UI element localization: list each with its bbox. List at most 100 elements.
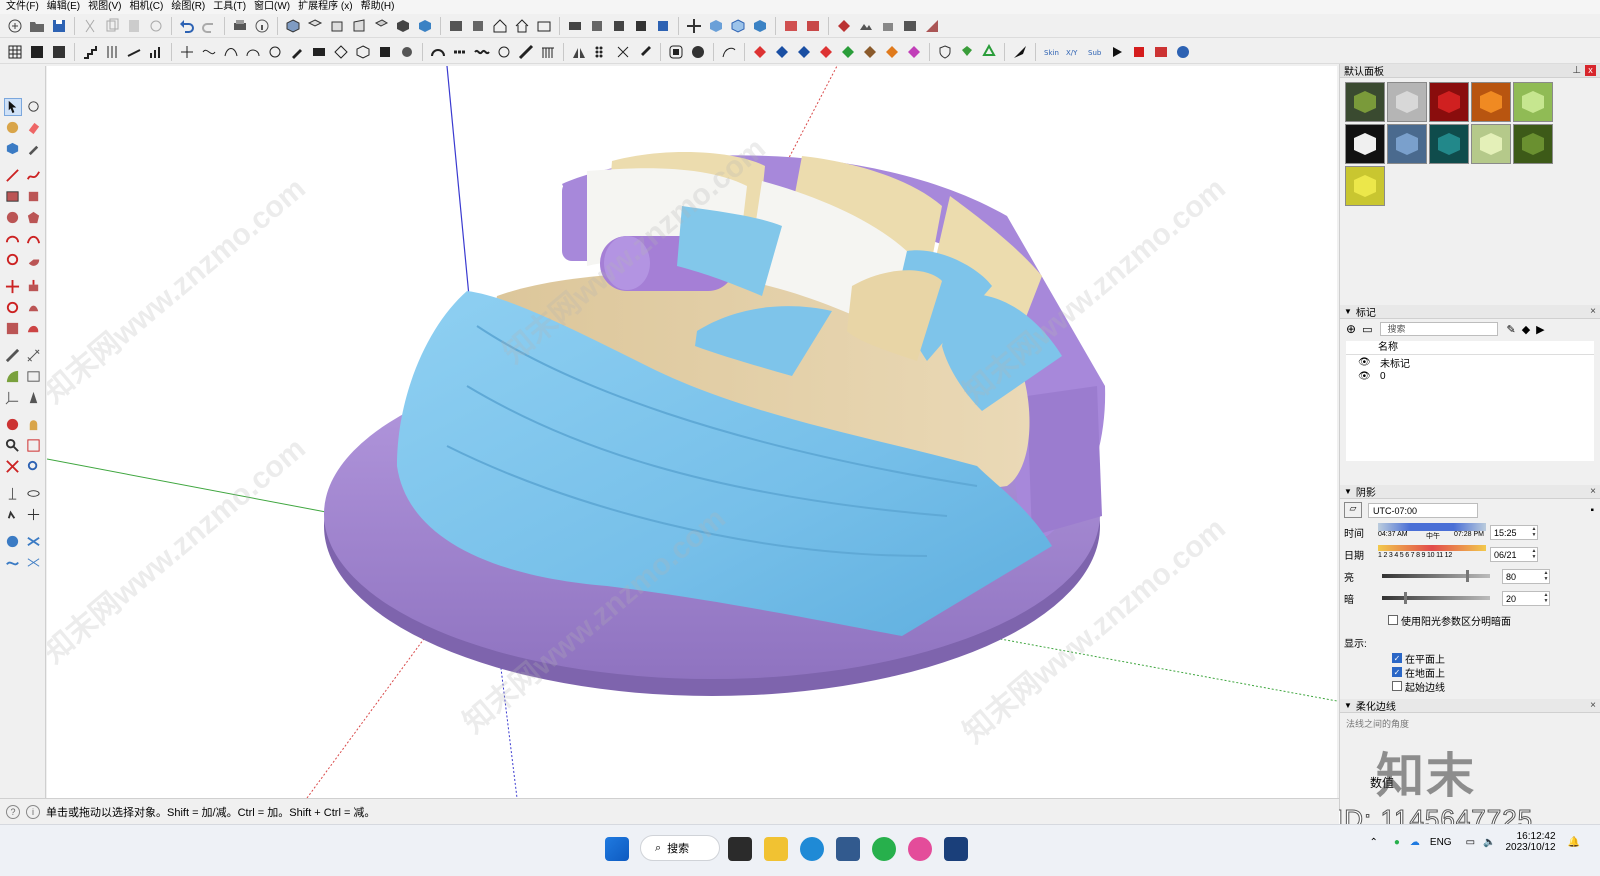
sandbox-scratch-icon[interactable] xyxy=(25,533,43,551)
fredo-tool-7-icon[interactable] xyxy=(883,43,901,61)
color-tag-icon[interactable]: ◆ xyxy=(1522,323,1530,336)
material-swatch[interactable] xyxy=(1429,124,1469,164)
paste-icon[interactable] xyxy=(125,17,143,35)
scissors-icon[interactable] xyxy=(614,43,632,61)
light-input[interactable]: 80 xyxy=(1502,568,1550,584)
rotate-icon[interactable] xyxy=(495,43,513,61)
rotate-tool-icon[interactable] xyxy=(4,299,22,317)
column-icon[interactable] xyxy=(103,43,121,61)
from-edges-checkbox[interactable] xyxy=(1392,681,1402,691)
brush-icon[interactable] xyxy=(636,43,654,61)
recycle-icon[interactable] xyxy=(980,43,998,61)
material-swatch[interactable] xyxy=(1471,82,1511,122)
network-icon[interactable]: ▭ xyxy=(1466,837,1475,848)
warehouse-icon[interactable] xyxy=(447,17,465,35)
tags-panel-header[interactable]: ▼ 标记 × xyxy=(1340,305,1600,319)
stairs-icon[interactable] xyxy=(81,43,99,61)
details-toggle-icon[interactable]: ▪ xyxy=(1590,505,1594,516)
model-viewport[interactable]: 知末网www.znzmo.com 知末网www.znzmo.com 知末网www… xyxy=(47,66,1337,798)
protractor-icon[interactable] xyxy=(4,368,22,386)
material-swatch[interactable] xyxy=(1387,82,1427,122)
home-outline-icon[interactable] xyxy=(513,17,531,35)
polygon-tool-icon[interactable] xyxy=(25,209,43,227)
add-folder-icon[interactable]: ▭ xyxy=(1362,323,1372,336)
eye-icon[interactable]: 👁 xyxy=(1358,371,1372,382)
bars-icon[interactable] xyxy=(147,43,165,61)
previous-view-icon[interactable] xyxy=(25,458,43,476)
wechat-tray-icon[interactable]: ● xyxy=(1394,837,1400,848)
rectangle-tool-icon[interactable] xyxy=(4,188,22,206)
shadow-toggle-icon[interactable]: ▱ xyxy=(1344,502,1362,518)
fredo-tool-3-icon[interactable] xyxy=(795,43,813,61)
erase-selection-icon[interactable] xyxy=(147,17,165,35)
volume-icon[interactable]: 🔈 xyxy=(1483,837,1495,848)
menu-camera[interactable]: 相机(C) xyxy=(127,0,169,14)
film-icon[interactable] xyxy=(1152,43,1170,61)
play-icon[interactable] xyxy=(1108,43,1126,61)
pencil-icon[interactable] xyxy=(25,140,43,158)
menu-edit[interactable]: 编辑(E) xyxy=(45,0,86,14)
photo-texture-icon[interactable] xyxy=(782,17,800,35)
details-icon[interactable]: ▶ xyxy=(1536,323,1544,336)
soften-panel-header[interactable]: ▼ 柔化边线 × xyxy=(1340,699,1600,713)
xray-icon[interactable] xyxy=(707,17,725,35)
paint-bucket-icon[interactable] xyxy=(958,43,976,61)
pen-icon[interactable] xyxy=(288,43,306,61)
tag-row[interactable]: 👁 0 xyxy=(1346,369,1594,383)
section-plane-icon[interactable] xyxy=(588,17,606,35)
windows-start-icon[interactable] xyxy=(605,837,629,861)
taskbar-search[interactable]: ⌕ 搜索 xyxy=(640,835,720,861)
material-swatch[interactable] xyxy=(1471,124,1511,164)
section-plane-tool-icon[interactable] xyxy=(25,506,43,524)
photos-icon[interactable] xyxy=(908,837,932,861)
new-file-icon[interactable] xyxy=(6,17,24,35)
geo-location-icon[interactable]: ? xyxy=(6,804,20,819)
sun-shading-checkbox[interactable] xyxy=(1388,615,1398,625)
wave-icon[interactable] xyxy=(473,43,491,61)
plan-icon[interactable] xyxy=(28,43,46,61)
sandbox-contours-icon[interactable] xyxy=(4,533,22,551)
rotated-rect-icon[interactable] xyxy=(25,188,43,206)
fredo-tool-4-icon[interactable] xyxy=(817,43,835,61)
on-faces-checkbox[interactable]: ✓ xyxy=(1392,653,1402,663)
views-right-icon[interactable] xyxy=(350,17,368,35)
save-icon[interactable] xyxy=(50,17,68,35)
close-icon[interactable]: × xyxy=(1590,700,1596,711)
views-front-icon[interactable] xyxy=(328,17,346,35)
timezone-select[interactable]: UTC-07:00 xyxy=(1368,502,1478,518)
eraser-icon[interactable] xyxy=(25,119,43,137)
dash-icon[interactable]: ✎ xyxy=(1506,323,1515,336)
language-indicator[interactable]: ENG xyxy=(1430,837,1452,848)
on-ground-checkbox[interactable]: ✓ xyxy=(1392,667,1402,677)
light-slider[interactable] xyxy=(1382,570,1490,582)
undo-icon[interactable] xyxy=(178,17,196,35)
orbit-tool-icon[interactable] xyxy=(4,416,22,434)
wechat-icon[interactable] xyxy=(872,837,896,861)
eye-icon[interactable]: 👁 xyxy=(1358,357,1372,368)
menu-window[interactable]: 窗口(W) xyxy=(252,0,296,14)
print-icon[interactable] xyxy=(231,17,249,35)
follow-me-icon[interactable] xyxy=(25,299,43,317)
time-slider[interactable]: 04:37 AM 中午 07:28 PM xyxy=(1378,523,1486,541)
pin-icon[interactable]: ⊥ xyxy=(1572,65,1581,76)
knife-icon[interactable] xyxy=(1011,43,1029,61)
on-ground-row[interactable]: ✓ 在地面上 xyxy=(1340,665,1600,680)
notification-bell-icon[interactable]: 🔔 xyxy=(1568,837,1580,848)
add-tag-icon[interactable]: ⊕ xyxy=(1346,322,1356,336)
text-tool-icon[interactable] xyxy=(25,368,43,386)
views-top-icon[interactable] xyxy=(306,17,324,35)
redo-icon[interactable] xyxy=(200,17,218,35)
sub-icon[interactable]: Sub xyxy=(1086,43,1104,61)
collapse-arrow-icon[interactable]: ▼ xyxy=(1344,307,1352,316)
fredo-tool-1-icon[interactable] xyxy=(751,43,769,61)
plugin-icon[interactable] xyxy=(1174,43,1192,61)
push-pull-icon[interactable] xyxy=(25,278,43,296)
curve-icon[interactable] xyxy=(222,43,240,61)
push-icon[interactable] xyxy=(376,43,394,61)
tape-measure-icon[interactable] xyxy=(4,347,22,365)
line-tool-icon[interactable] xyxy=(125,43,143,61)
component-icon[interactable] xyxy=(535,17,553,35)
terrain-icon[interactable] xyxy=(857,17,875,35)
shield-icon[interactable] xyxy=(936,43,954,61)
menu-help[interactable]: 帮助(H) xyxy=(359,0,401,14)
